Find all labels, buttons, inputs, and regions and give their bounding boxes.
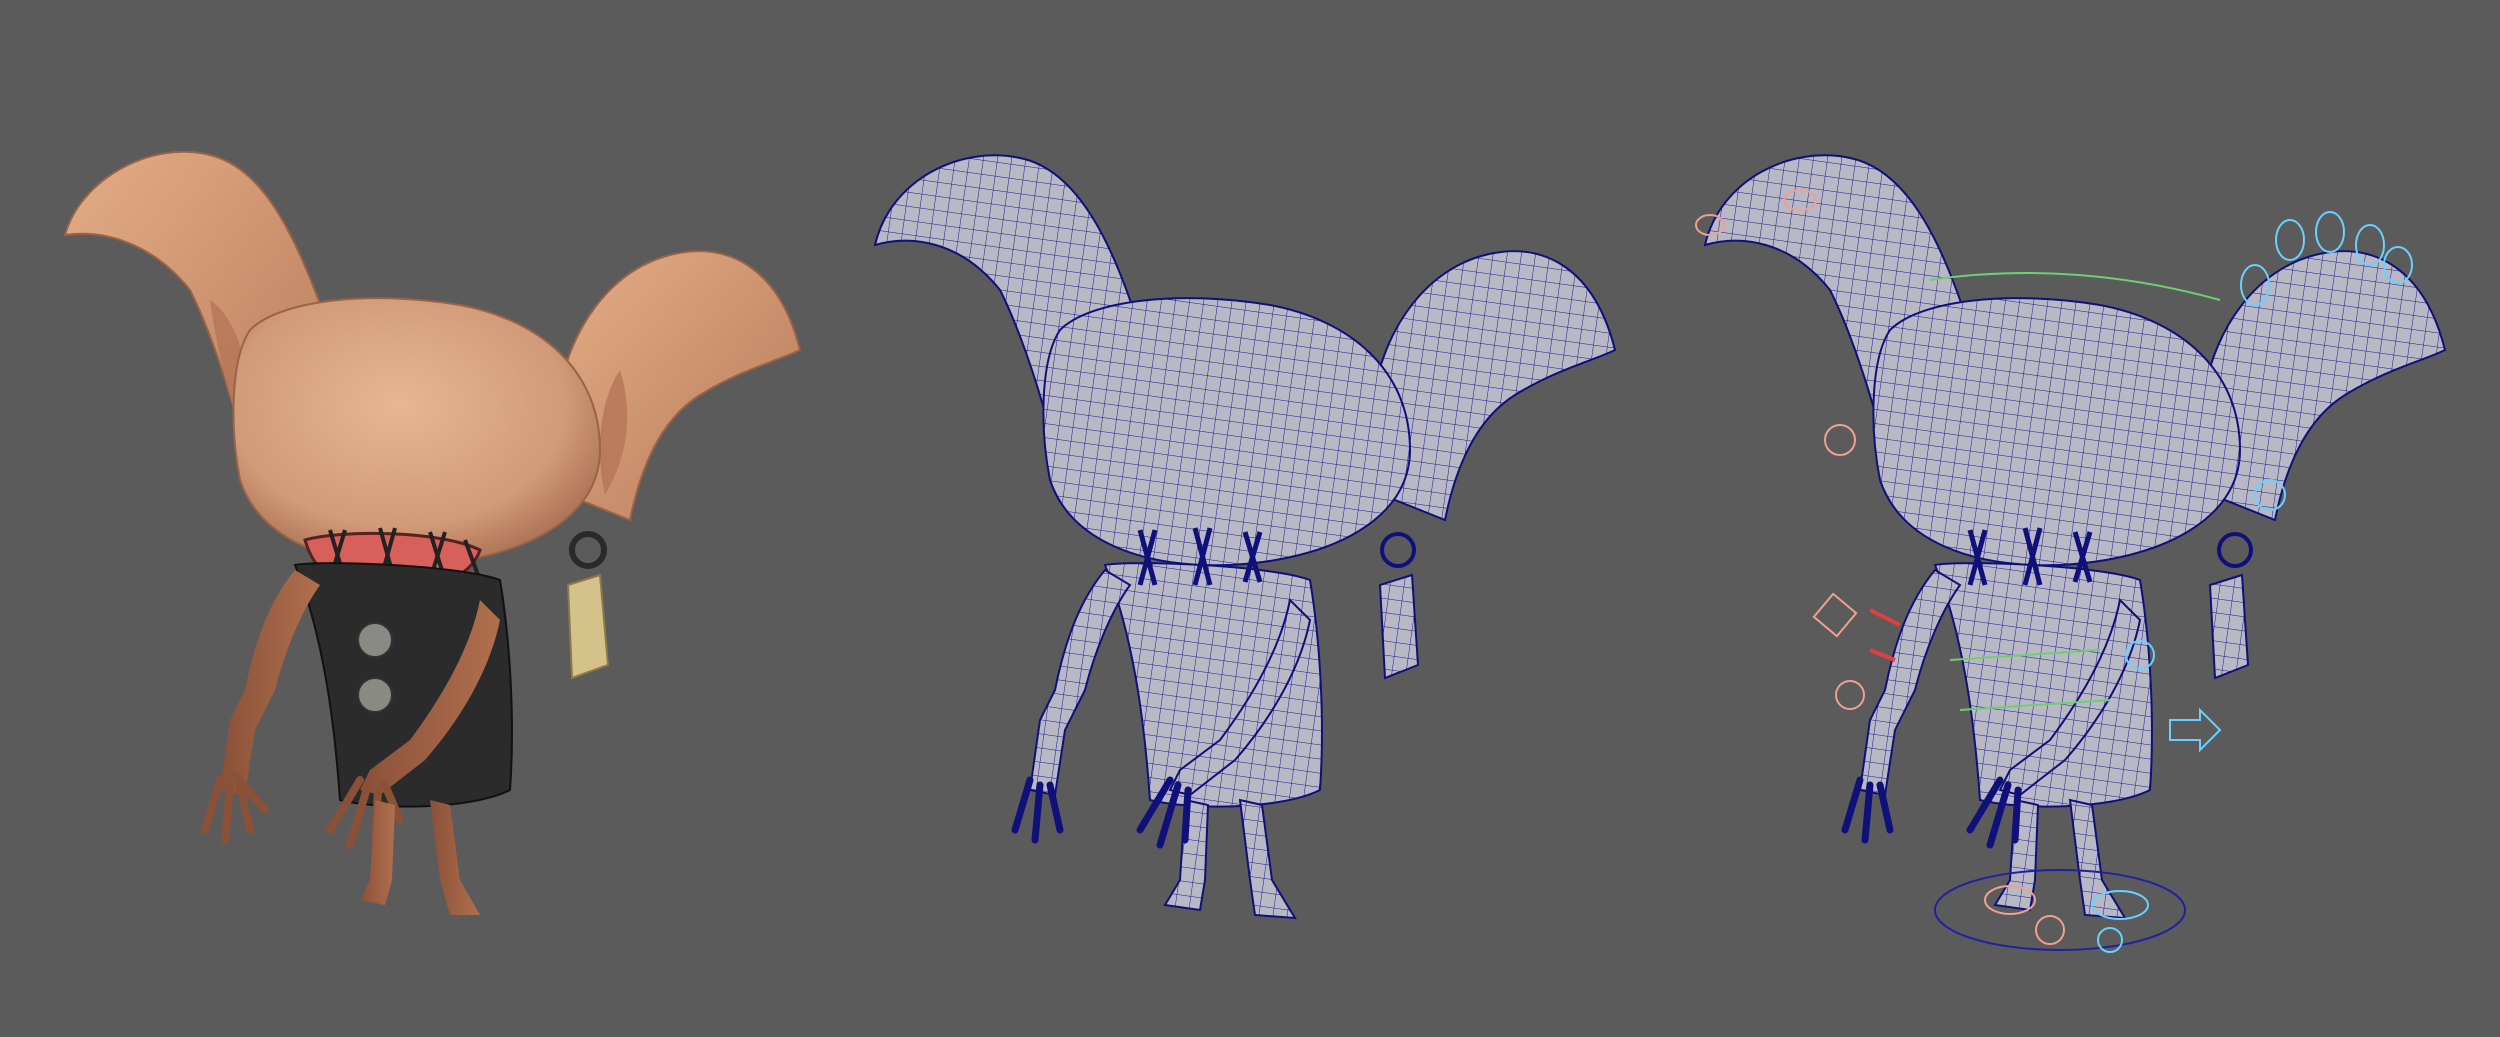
rig-control-head-arc [1929, 271, 2221, 301]
rig-head [1872, 297, 2242, 567]
shaded-character-render [40, 0, 820, 1037]
wire-right-ear [1372, 250, 1617, 522]
wire-head [1042, 297, 1412, 567]
wire-right-leg [1238, 798, 1297, 920]
rig-control-arm-ik-right [1869, 648, 1896, 662]
right-leg [430, 800, 480, 915]
rig-control-hand-left [1835, 680, 1865, 710]
rig-left-arm [1858, 568, 1962, 797]
rig-control-root-ring [1934, 869, 2186, 951]
wire-left-arm [1028, 568, 1132, 797]
shaded-character-svg [63, 150, 802, 915]
rig-control-earring [2217, 532, 2253, 568]
earring-tag [566, 573, 610, 680]
shirt-button-1 [357, 622, 393, 658]
wireframe-character-svg [873, 154, 1617, 920]
rigged-character-svg [1695, 154, 2447, 953]
rig-right-leg [2068, 798, 2127, 920]
rigged-wireframe-character [1680, 0, 2500, 1037]
rig-control-heel-right [2097, 927, 2123, 953]
wire-fingers [1011, 776, 1192, 849]
left-arm [220, 570, 320, 795]
left-leg [360, 800, 395, 905]
rig-control-cheek-left [1824, 424, 1856, 456]
wire-earring [1380, 532, 1416, 568]
rig-control-heel-left [2035, 915, 2065, 945]
rig-control-arrow-right [2169, 707, 2222, 753]
rig-right-ear [2202, 250, 2447, 522]
rig-control-shoulder-box [1812, 592, 1858, 638]
rig-control-ear-petal-2 [2315, 211, 2345, 253]
viewport [0, 0, 2500, 1037]
shirt-button-2 [357, 677, 393, 713]
wireframe-character [850, 0, 1640, 1037]
earring [569, 531, 607, 569]
wire-earring-tag [1378, 573, 1420, 680]
rig-control-arm-ik-left [1869, 608, 1901, 627]
head [232, 297, 602, 567]
rig-control-ear-petal-1 [2275, 219, 2305, 261]
rig-earring-tag [2208, 573, 2250, 680]
rig-fingers [1841, 776, 2022, 849]
